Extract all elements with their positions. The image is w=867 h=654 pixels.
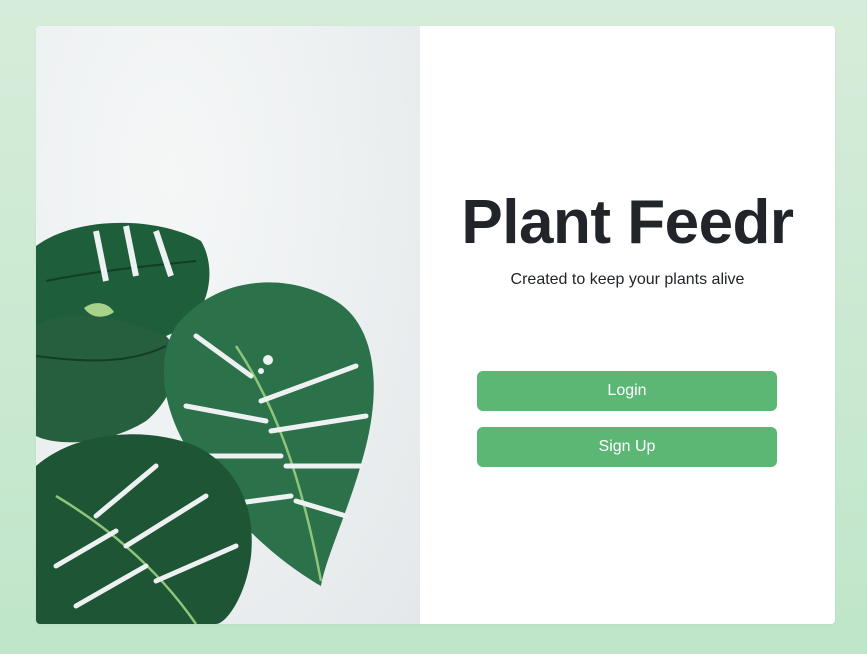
- login-button[interactable]: Login: [477, 371, 777, 411]
- monstera-plant-image: [36, 222, 374, 624]
- welcome-card: Plant Feedr Created to keep your plants …: [36, 26, 835, 624]
- app-tagline: Created to keep your plants alive: [510, 271, 745, 288]
- welcome-content: Plant Feedr Created to keep your plants …: [420, 26, 835, 624]
- app-title: Plant Feedr: [461, 188, 794, 257]
- hero-photo: [36, 26, 420, 624]
- signup-button[interactable]: Sign Up: [477, 427, 777, 467]
